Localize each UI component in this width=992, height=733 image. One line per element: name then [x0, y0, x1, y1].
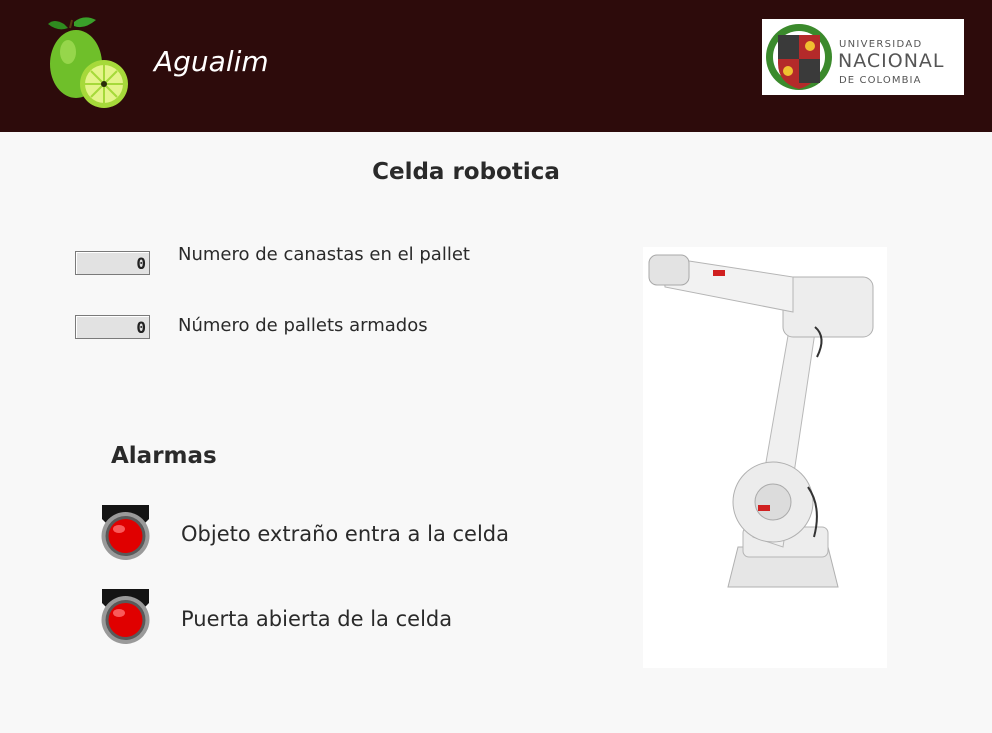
app-title: Agualim — [154, 45, 269, 78]
alarm-lamp-icon — [101, 505, 150, 560]
pallets-count-field: 0 — [75, 315, 150, 339]
university-shield-icon — [766, 24, 832, 90]
baskets-count-label: Numero de canastas en el pallet — [178, 244, 470, 265]
university-logo: UNIVERSIDAD NACIONAL DE COLOMBIA — [762, 19, 964, 95]
alarm-lamp-icon — [101, 589, 150, 644]
university-name-line2: NACIONAL — [838, 50, 945, 72]
lime-logo-icon — [48, 17, 128, 108]
baskets-count-field: 0 — [75, 251, 150, 275]
alarm-foreign-object-label: Objeto extraño entra a la celda — [181, 522, 509, 546]
alarm-door-open-label: Puerta abierta de la celda — [181, 607, 453, 631]
page-title: Celda robotica — [372, 159, 560, 185]
header-bar: Agualim UNIVERSIDAD NACIONAL DE COLOMBIA — [0, 0, 992, 132]
alarms-title: Alarmas — [111, 443, 217, 469]
university-name-line3: DE COLOMBIA — [839, 75, 922, 86]
robot-image-panel — [643, 247, 887, 668]
industrial-robot-icon — [648, 254, 874, 588]
university-name-line1: UNIVERSIDAD — [839, 39, 923, 50]
pallets-count-label: Número de pallets armados — [178, 315, 428, 336]
